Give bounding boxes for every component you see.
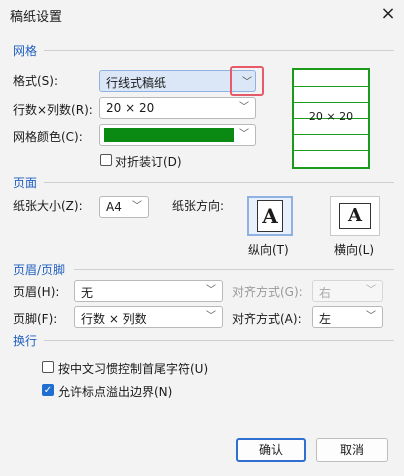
rows-cols-value: 20 × 20 bbox=[106, 101, 155, 115]
fold-checkbox[interactable] bbox=[100, 154, 112, 166]
landscape-button[interactable]: A bbox=[330, 196, 380, 236]
section-title-page: 页面 bbox=[13, 176, 38, 190]
style-label: 格式(S): bbox=[13, 74, 59, 88]
dialog-title: 稿纸设置 bbox=[10, 10, 63, 25]
section-title-grid: 网格 bbox=[13, 44, 38, 58]
option2-checkbox[interactable]: ✓ bbox=[42, 384, 54, 396]
footer-align-label: 对齐方式(A): bbox=[232, 312, 302, 326]
chevron-down-icon: ﹀ bbox=[242, 77, 252, 88]
option1-checkbox[interactable] bbox=[42, 361, 54, 373]
fold-label: 对折装订(D) bbox=[115, 155, 182, 169]
paper-size-select[interactable]: A4 ﹀ bbox=[99, 196, 149, 218]
portrait-button[interactable]: A bbox=[247, 196, 293, 236]
check-icon: ✓ bbox=[43, 385, 53, 396]
color-swatch bbox=[104, 128, 234, 142]
section-divider bbox=[44, 50, 394, 51]
section-divider bbox=[44, 182, 394, 183]
grid-color-select[interactable]: ﹀ bbox=[99, 124, 256, 146]
orientation-label: 纸张方向: bbox=[172, 199, 225, 213]
grid-color-label: 网格颜色(C): bbox=[13, 130, 83, 144]
footer-align-value: 左 bbox=[319, 312, 332, 326]
header-value: 无 bbox=[81, 286, 94, 300]
cancel-button[interactable]: 取消 bbox=[316, 438, 388, 462]
preview-line bbox=[294, 102, 368, 103]
portrait-label: 纵向(T) bbox=[248, 243, 289, 257]
chevron-down-icon: ﹀ bbox=[132, 201, 142, 212]
chevron-down-icon: ﹀ bbox=[366, 285, 376, 296]
header-select[interactable]: 无 ﹀ bbox=[74, 280, 223, 302]
chevron-down-icon: ﹀ bbox=[239, 102, 249, 113]
dropdown-highlight[interactable]: ﹀ bbox=[230, 66, 264, 96]
preview-line bbox=[294, 150, 368, 151]
paper-settings-dialog: 稿纸设置 × 网格 格式(S): 行线式稿纸 ﹀ 行数×列数(R): 20 × … bbox=[0, 0, 404, 476]
chevron-down-icon: ﹀ bbox=[239, 129, 249, 140]
style-select-value: 行线式稿纸 bbox=[106, 76, 167, 90]
landscape-label: 横向(L) bbox=[334, 243, 375, 257]
grid-preview: 20 × 20 bbox=[292, 68, 370, 169]
close-icon[interactable]: × bbox=[378, 4, 398, 24]
chevron-down-icon: ﹀ bbox=[366, 311, 376, 322]
preview-text: 20 × 20 bbox=[308, 110, 354, 123]
footer-select[interactable]: 行数 × 列数 ﹀ bbox=[74, 306, 223, 328]
header-label: 页眉(H): bbox=[13, 285, 60, 299]
option1-label: 按中文习惯控制首尾字符(U) bbox=[58, 362, 209, 376]
portrait-page-icon: A bbox=[257, 200, 283, 232]
preview-line bbox=[294, 86, 368, 87]
ok-button[interactable]: 确认 bbox=[236, 438, 306, 462]
chevron-down-icon: ﹀ bbox=[206, 285, 216, 296]
header-align-value: 右 bbox=[319, 286, 332, 300]
header-align-label: 对齐方式(G): bbox=[232, 285, 303, 299]
paper-size-label: 纸张大小(Z): bbox=[13, 199, 83, 213]
footer-value: 行数 × 列数 bbox=[81, 312, 147, 326]
option2-label: 允许标点溢出边界(N) bbox=[58, 385, 173, 399]
section-divider bbox=[44, 340, 394, 341]
header-align-select[interactable]: 右 ﹀ bbox=[312, 280, 383, 302]
chevron-down-icon: ﹀ bbox=[206, 311, 216, 322]
footer-label: 页脚(F): bbox=[13, 312, 58, 326]
section-title-wrap: 换行 bbox=[13, 334, 38, 348]
paper-size-value: A4 bbox=[106, 200, 122, 214]
rows-cols-select[interactable]: 20 × 20 ﹀ bbox=[99, 97, 256, 119]
landscape-page-icon: A bbox=[339, 203, 371, 229]
section-divider bbox=[74, 269, 394, 270]
preview-line bbox=[294, 134, 368, 135]
rows-cols-label: 行数×列数(R): bbox=[13, 103, 93, 117]
section-title-header-footer: 页眉/页脚 bbox=[13, 263, 66, 277]
footer-align-select[interactable]: 左 ﹀ bbox=[312, 306, 383, 328]
